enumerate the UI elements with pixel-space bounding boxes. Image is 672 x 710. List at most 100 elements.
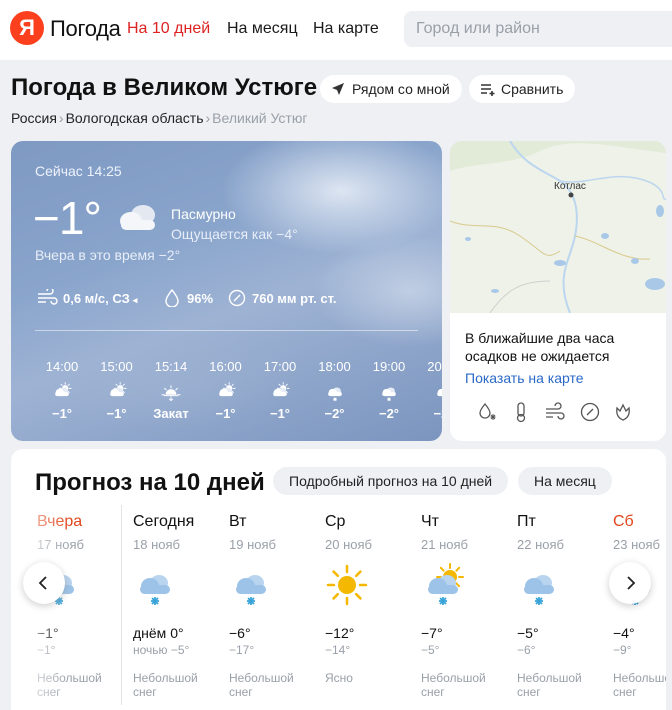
overcast-icon bbox=[120, 205, 155, 230]
month-forecast-button[interactable]: На месяц bbox=[518, 467, 612, 495]
hourly-time: 20:00 bbox=[427, 359, 442, 374]
wind-direction-icon: ◂ bbox=[132, 295, 138, 305]
day-condition-line: снег bbox=[37, 685, 61, 699]
day-max-temp: −7° bbox=[421, 625, 443, 641]
chevron-right-icon bbox=[627, 576, 636, 590]
day-condition-line: снег bbox=[517, 685, 541, 699]
detailed-forecast-button[interactable]: Подробный прогноз на 10 дней bbox=[273, 467, 509, 495]
day-condition: Небольшойснег bbox=[133, 671, 213, 699]
hourly-item: 17:00 −1° bbox=[255, 359, 305, 421]
nav-10-days[interactable]: На 10 дней bbox=[127, 20, 210, 38]
forecast-day[interactable]: Вчера 17 нояб −1° −1° Небольшой снег bbox=[37, 513, 127, 710]
humidity-value: 96% bbox=[187, 291, 214, 306]
breadcrumb-separator: › bbox=[205, 110, 211, 126]
day-condition: Ясно bbox=[325, 671, 405, 685]
day-date: 20 нояб bbox=[325, 537, 372, 552]
day-min-temp: −14° bbox=[325, 643, 351, 657]
yesterday-temp: Вчера в это время −2° bbox=[35, 247, 181, 263]
hourly-item: 19:00 −2° bbox=[364, 359, 414, 421]
sunset-icon bbox=[161, 385, 181, 402]
hourly-time: 15:14 bbox=[154, 359, 188, 374]
thermometer-layer-icon[interactable] bbox=[510, 401, 532, 423]
forecast-day[interactable]: Пт 22 нояб −5° −6° Небольшой снег bbox=[517, 513, 607, 710]
hourly-time: 15:00 bbox=[100, 359, 133, 374]
forecast-day[interactable]: Сб 23 нояб −4° −9° Небольшойснег bbox=[613, 513, 666, 710]
day-name: Вт bbox=[229, 513, 247, 530]
hourly-time: 17:00 bbox=[263, 359, 297, 374]
forecast-title: Прогноз на 10 дней bbox=[35, 469, 265, 496]
cloud-snow-icon bbox=[236, 575, 266, 605]
cloud-snow-icon bbox=[436, 388, 442, 401]
current-temperature: −1° bbox=[33, 192, 102, 244]
map-image bbox=[450, 141, 666, 314]
yandex-logo[interactable]: Я bbox=[10, 11, 44, 45]
forecast-day[interactable]: Сегодня 18 нояб днём 0° ночью −5° Небольшой с… bbox=[133, 513, 223, 710]
hourly-temp: −2° bbox=[433, 406, 442, 421]
breadcrumb: Россия › Вологодская область › Великий Устюг bbox=[11, 110, 307, 126]
precipitation-map-card[interactable]: Котлас В ближайшие два часа осадков не о… bbox=[450, 141, 666, 441]
map-city-label: Котлас bbox=[554, 181, 586, 192]
day-date: 17 нояб bbox=[37, 537, 84, 552]
nav-month[interactable]: На месяц bbox=[227, 20, 298, 38]
current-weather-card[interactable]: Сейчас 14:25 −1° Пасмурно Ощущается как … bbox=[11, 141, 442, 441]
nearby-button[interactable]: Рядом со мной bbox=[320, 75, 462, 103]
weather-logo-text[interactable]: Погода bbox=[50, 16, 121, 42]
nearby-label: Рядом со мной bbox=[352, 81, 450, 97]
show-on-map-link[interactable]: Показать на карте bbox=[465, 370, 584, 386]
forecast-day[interactable]: Чт 21 нояб −7° −5° Небольшой снег bbox=[421, 513, 511, 710]
scroll-right-button[interactable] bbox=[609, 562, 651, 604]
day-condition-line: Небольшой bbox=[613, 671, 666, 685]
day-condition: Небольшойснег bbox=[37, 671, 117, 699]
cloud-sun-icon bbox=[55, 382, 72, 397]
wind-icon bbox=[38, 289, 58, 305]
humidity-param: 96% bbox=[165, 289, 214, 307]
day-max-temp: −1° bbox=[37, 625, 59, 641]
pressure-param: 760 мм рт. ст. bbox=[228, 289, 336, 307]
nav-map[interactable]: На карте bbox=[313, 20, 379, 38]
compare-button[interactable]: Сравнить bbox=[469, 75, 576, 103]
day-condition-line: снег bbox=[421, 685, 445, 699]
cloud-sun-icon bbox=[218, 382, 236, 397]
day-min-temp: −17° bbox=[229, 643, 255, 657]
day-date: 19 нояб bbox=[229, 537, 276, 552]
forecast-day[interactable]: Ср 20 нояб −12° −14° Ясно bbox=[325, 513, 415, 710]
day-max-temp: −4° bbox=[613, 625, 635, 641]
day-max-temp: −5° bbox=[517, 625, 539, 641]
precipitation-message: В ближайшие два часа осадков не ожидаетс… bbox=[465, 330, 615, 364]
precipitation-layer-icon[interactable] bbox=[477, 401, 499, 423]
hourly-temp: −1° bbox=[106, 406, 127, 421]
breadcrumb-region[interactable]: Вологодская область bbox=[66, 110, 204, 126]
day-date: 22 нояб bbox=[517, 537, 564, 552]
hourly-temp: −2° bbox=[324, 406, 345, 421]
day-max-temp: −12° bbox=[325, 625, 355, 641]
forecast-day[interactable]: Вт 19 нояб −6° −17° Небольшой снег bbox=[229, 513, 319, 710]
day-name: Сегодня bbox=[133, 513, 195, 530]
precipitation-map[interactable]: Котлас bbox=[450, 141, 666, 314]
feels-like: Ощущается как −4° bbox=[171, 226, 298, 242]
cloud-snow-icon bbox=[524, 575, 554, 605]
day-max-temp: −6° bbox=[229, 625, 251, 641]
day-max-temp: днём 0° bbox=[133, 625, 184, 641]
day-name: Чт bbox=[421, 513, 439, 530]
divider bbox=[35, 330, 418, 331]
hourly-item: 15:00 −1° bbox=[92, 359, 142, 421]
hourly-time: 16:00 bbox=[209, 359, 242, 374]
day-condition: Небольшойснег bbox=[613, 671, 666, 699]
day-min-temp: ночью −5° bbox=[133, 643, 190, 657]
hourly-time: 19:00 bbox=[372, 359, 406, 374]
day-condition-line: снег bbox=[229, 685, 253, 699]
pressure-layer-icon[interactable] bbox=[579, 401, 601, 423]
day-condition: Небольшойснег bbox=[421, 671, 501, 699]
wind-layer-icon[interactable] bbox=[544, 401, 566, 423]
allergy-layer-icon[interactable] bbox=[612, 401, 634, 423]
scroll-left-button[interactable] bbox=[23, 562, 65, 604]
hourly-time: 18:00 bbox=[318, 359, 351, 374]
city-search-input[interactable] bbox=[404, 11, 672, 47]
day-min-temp: −9° bbox=[613, 643, 632, 657]
day-min-temp: −1° bbox=[37, 643, 56, 657]
location-arrow-icon bbox=[332, 83, 344, 95]
breadcrumb-country[interactable]: Россия bbox=[11, 110, 57, 126]
day-condition: Небольшойснег bbox=[517, 671, 597, 699]
compare-label: Сравнить bbox=[501, 81, 564, 97]
hourly-temp: Закат bbox=[153, 406, 189, 421]
